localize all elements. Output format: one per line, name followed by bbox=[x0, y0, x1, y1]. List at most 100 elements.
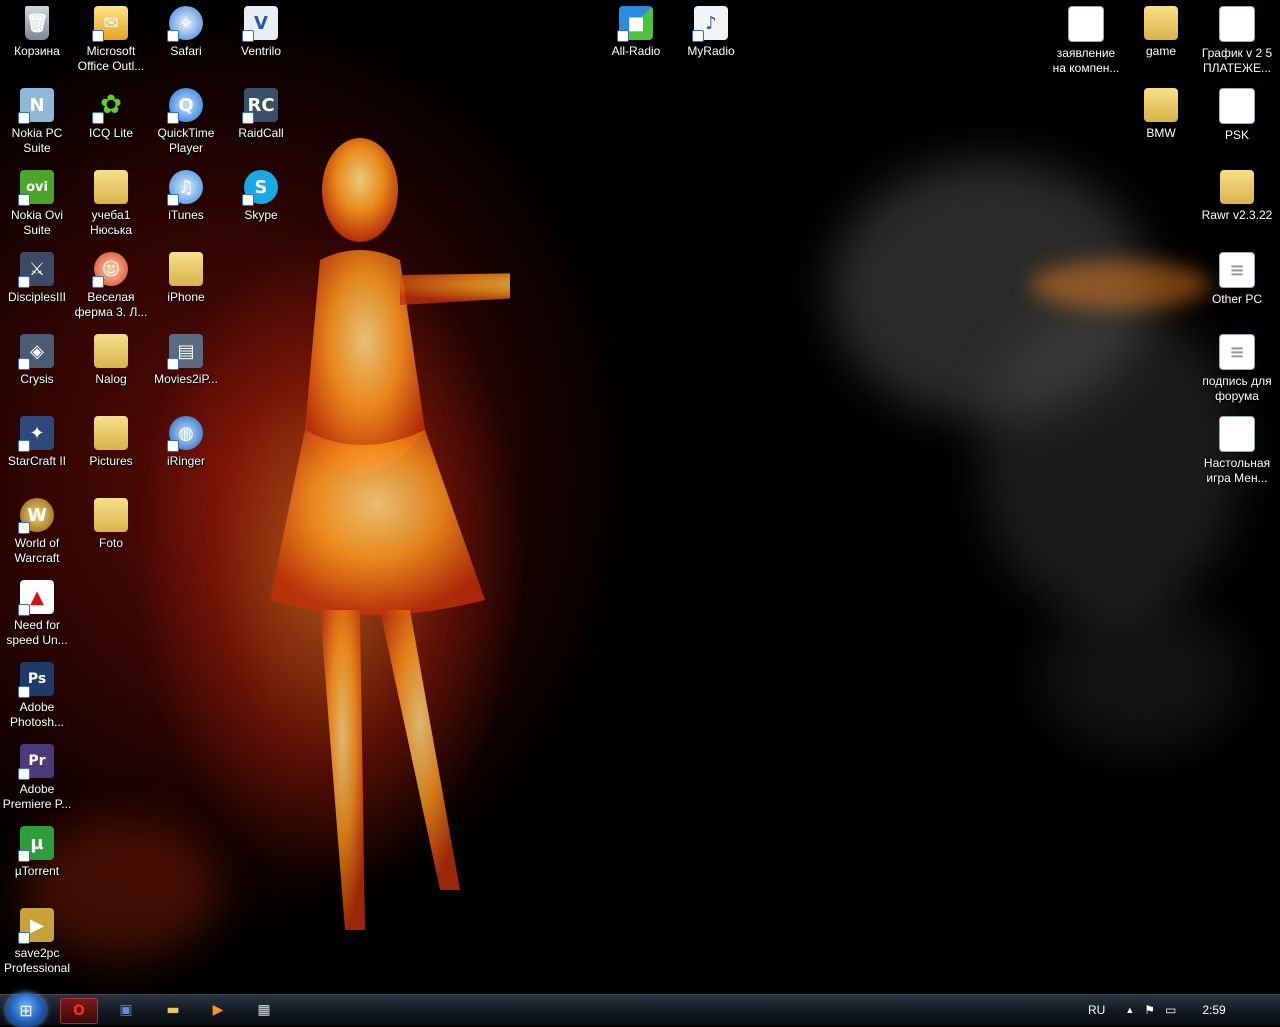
recycle-bin-icon: 🗑 bbox=[25, 6, 49, 40]
flame-figure-art bbox=[270, 138, 510, 930]
icon-label: Nalog bbox=[95, 372, 127, 386]
icon-label: Crysis bbox=[20, 372, 54, 386]
desktop-icon-skype[interactable]: S Skype bbox=[224, 170, 298, 223]
icon-label: World of Warcraft bbox=[14, 536, 60, 565]
icon-label: Pictures bbox=[89, 454, 133, 468]
icon-label: RaidCall bbox=[238, 126, 284, 140]
photoshop-icon: Ps bbox=[18, 662, 54, 698]
desktop-icon-nfs[interactable]: ▲ Need for speed Un... bbox=[0, 580, 74, 648]
network-icon[interactable]: ▭ bbox=[1165, 1003, 1176, 1017]
icon-label: Настольная игра Мен... bbox=[1203, 456, 1271, 485]
iringer-globe-icon: ◍ bbox=[167, 416, 203, 452]
clock[interactable]: 2:59 bbox=[1202, 1003, 1225, 1017]
show-hidden-icons-icon[interactable]: ▲ bbox=[1125, 1005, 1134, 1015]
desktop-icon-game[interactable]: game bbox=[1124, 6, 1198, 59]
icon-label: Movies2iP... bbox=[154, 372, 218, 386]
desktop-icon-all-radio[interactable]: ■ All-Radio bbox=[599, 6, 673, 59]
desktop-icon-other-pc[interactable]: ≡ Other PC bbox=[1200, 252, 1274, 307]
desktop-icon-safari[interactable]: ✧ Safari bbox=[149, 6, 223, 59]
desktop-icon-crysis[interactable]: ◈ Crysis bbox=[0, 334, 74, 387]
desktop-icon-photoshop[interactable]: Ps Adobe Photosh... bbox=[0, 662, 74, 730]
taskbar-opera-button[interactable]: O bbox=[60, 998, 98, 1024]
windows-logo-icon: ⊞ bbox=[19, 1000, 33, 1020]
save2pc-icon: ▶ bbox=[18, 908, 54, 944]
icon-label: Skype bbox=[244, 208, 278, 222]
desktop-icon-outlook[interactable]: ✉ Microsoft Office Outl... bbox=[74, 6, 148, 74]
desktop-icon-movies2ip[interactable]: ▤ Movies2iP... bbox=[149, 334, 223, 387]
desktop-icon-psk[interactable]: X PSK bbox=[1200, 88, 1274, 143]
desktop-icon-iphone[interactable]: iPhone bbox=[149, 252, 223, 305]
floppy-disk-icon: ▣ bbox=[119, 1002, 133, 1018]
icon-label: Корзина bbox=[14, 44, 60, 58]
icon-label: учеба1 Нюська bbox=[89, 208, 133, 237]
desktop-icon-ventrilo[interactable]: V Ventrilo bbox=[224, 6, 298, 59]
icon-label: µTorrent bbox=[14, 864, 60, 878]
taskbar-media-player-button[interactable]: ▶ bbox=[200, 998, 236, 1022]
desktop-icon-quicktime[interactable]: Q QuickTime Player bbox=[149, 88, 223, 156]
desktop-icon-starcraft[interactable]: ✦ StarCraft II bbox=[0, 416, 74, 469]
icon-label: Rawr v2.3.22 bbox=[1201, 208, 1273, 222]
desktop-icon-nokia-ovi[interactable]: ovi Nokia Ovi Suite bbox=[0, 170, 74, 238]
desktop-icon-foto[interactable]: Foto bbox=[74, 498, 148, 551]
icon-label: game bbox=[1145, 44, 1177, 58]
desktop-icon-nalog[interactable]: Nalog bbox=[74, 334, 148, 387]
explorer-folder-icon: ▬ bbox=[166, 1002, 180, 1018]
icon-label: save2pc Professional bbox=[3, 946, 71, 975]
desktop-icon-nokia-pc-suite[interactable]: N Nokia PC Suite bbox=[0, 88, 74, 156]
icon-label: Need for speed Un... bbox=[6, 618, 68, 647]
excel-document-icon: X bbox=[1219, 6, 1255, 42]
desktop-icon-disciples[interactable]: ⚔ DisciplesIII bbox=[0, 252, 74, 305]
desktop-icon-icq[interactable]: ✿ ICQ Lite bbox=[74, 88, 148, 141]
taskbar-movie-button[interactable]: ▦ bbox=[246, 998, 282, 1022]
desktop-icon-myradio[interactable]: ♪ MyRadio bbox=[674, 6, 748, 59]
movies2ip-icon: ▤ bbox=[167, 334, 203, 370]
folder-icon bbox=[169, 252, 203, 286]
icon-label: iTunes bbox=[168, 208, 204, 222]
taskbar-explorer-button[interactable]: ▬ bbox=[155, 998, 191, 1022]
desktop-icon-vesela-ferma[interactable]: ☺ Веселая ферма 3. Л... bbox=[74, 252, 148, 320]
folder-icon bbox=[1220, 170, 1254, 204]
desktop-icon-ucheba[interactable]: учеба1 Нюська bbox=[74, 170, 148, 238]
icon-label: BMW bbox=[1146, 126, 1176, 140]
desktop-icon-pictures[interactable]: Pictures bbox=[74, 416, 148, 469]
text-document-icon: ≡ bbox=[1219, 252, 1255, 288]
desktop-icon-utorrent[interactable]: µ µTorrent bbox=[0, 826, 74, 879]
film-icon: ▦ bbox=[257, 1002, 271, 1018]
icq-flower-icon: ✿ bbox=[92, 88, 128, 124]
desktop-icon-grafik[interactable]: X График v 2 5 ПЛАТЕЖЕ... bbox=[1200, 6, 1274, 76]
desktop-icon-podpis[interactable]: ≡ подпись для форума bbox=[1200, 334, 1274, 404]
myradio-icon: ♪ bbox=[692, 6, 728, 42]
desktop-icon-raidcall[interactable]: RC RaidCall bbox=[224, 88, 298, 141]
icon-label: StarCraft II bbox=[7, 454, 66, 468]
desktop-icon-itunes[interactable]: ♫ iTunes bbox=[149, 170, 223, 223]
desktop-icon-iringer[interactable]: ◍ iRinger bbox=[149, 416, 223, 469]
icon-label: Microsoft Office Outl... bbox=[77, 44, 145, 73]
folder-icon bbox=[1144, 6, 1178, 40]
starcraft-icon: ✦ bbox=[18, 416, 54, 452]
icon-label: PSK bbox=[1224, 128, 1249, 142]
smoke-decoration bbox=[1040, 600, 1240, 750]
desktop-icon-premiere[interactable]: Pr Adobe Premiere P... bbox=[0, 744, 74, 812]
nfs-icon: ▲ bbox=[18, 580, 54, 616]
taskbar-save-button[interactable]: ▣ bbox=[108, 998, 144, 1022]
folder-icon bbox=[94, 170, 128, 204]
icon-label: заявление на компен... bbox=[1052, 46, 1120, 75]
desktop-icon-zayavlenie[interactable]: W заявление на компен... bbox=[1049, 6, 1123, 76]
media-player-icon: ▶ bbox=[212, 1002, 224, 1018]
action-center-flag-icon[interactable]: ⚑ bbox=[1144, 1003, 1155, 1017]
desktop-icon-wow[interactable]: W World of Warcraft bbox=[0, 498, 74, 566]
desktop-icon-nastolnaya[interactable]: W Настольная игра Мен... bbox=[1200, 416, 1274, 486]
icon-label: QuickTime Player bbox=[157, 126, 215, 155]
language-indicator[interactable]: RU bbox=[1088, 1003, 1105, 1017]
excel-document-icon: X bbox=[1219, 88, 1255, 124]
system-tray: RU ▲ ⚑ ▭ 2:59 bbox=[1088, 995, 1226, 1025]
icon-label: График v 2 5 ПЛАТЕЖЕ... bbox=[1201, 46, 1273, 75]
desktop-icon-rawr[interactable]: Rawr v2.3.22 bbox=[1200, 170, 1274, 223]
premiere-icon: Pr bbox=[18, 744, 54, 780]
start-button[interactable]: ⊞ bbox=[6, 993, 46, 1027]
desktop-icon-save2pc[interactable]: ▶ save2pc Professional bbox=[0, 908, 74, 976]
desktop-icon-bmw[interactable]: BMW bbox=[1124, 88, 1198, 141]
desktop-icon-recycle-bin[interactable]: 🗑 Корзина bbox=[0, 6, 74, 59]
text-document-icon: ≡ bbox=[1219, 334, 1255, 370]
icon-label: Nokia Ovi Suite bbox=[10, 208, 63, 237]
